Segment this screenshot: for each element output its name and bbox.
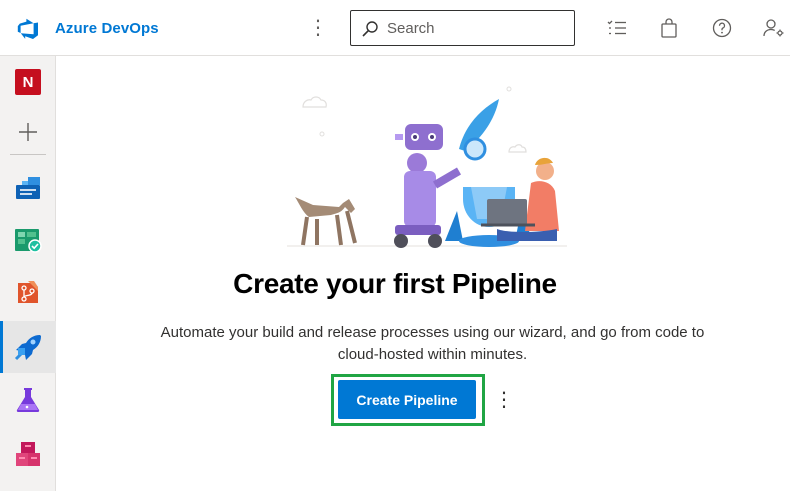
rail-item-test-plans[interactable] bbox=[0, 374, 56, 426]
rail-item-pipelines[interactable] bbox=[0, 321, 56, 373]
shopping-bag-icon[interactable] bbox=[657, 16, 681, 40]
search-input[interactable] bbox=[387, 11, 567, 45]
rail-divider bbox=[10, 154, 46, 155]
azure-devops-logo-icon[interactable] bbox=[16, 17, 40, 41]
rail-item-boards[interactable] bbox=[0, 214, 56, 266]
page-title: Create your first Pipeline bbox=[233, 268, 557, 299]
overview-icon bbox=[16, 177, 40, 199]
rail-item-organization[interactable]: N bbox=[0, 56, 56, 108]
search-box[interactable] bbox=[350, 10, 575, 46]
boards-icon bbox=[15, 229, 42, 253]
user-settings-icon[interactable] bbox=[762, 16, 786, 40]
more-vertical-icon[interactable]: ⋮ bbox=[308, 16, 328, 40]
brand-name[interactable]: Azure DevOps bbox=[55, 20, 159, 37]
rail-item-overview[interactable] bbox=[0, 161, 56, 213]
plus-icon bbox=[19, 123, 37, 141]
task-list-icon[interactable] bbox=[605, 16, 629, 40]
artifacts-icon bbox=[16, 442, 40, 466]
pipeline-hero-illustration-icon bbox=[287, 86, 567, 248]
create-pipeline-button[interactable]: Create Pipeline bbox=[338, 380, 476, 419]
search-icon bbox=[362, 21, 378, 37]
help-icon[interactable] bbox=[710, 16, 734, 40]
top-header: Azure DevOps ⋮ bbox=[0, 0, 790, 56]
rail-item-artifacts[interactable] bbox=[0, 428, 56, 480]
page-description: Automate your build and release processe… bbox=[160, 324, 705, 363]
test-plans-icon bbox=[16, 388, 40, 412]
org-badge-icon: N bbox=[15, 69, 41, 95]
more-options-icon[interactable]: ⋮ bbox=[494, 388, 514, 412]
pipelines-icon bbox=[14, 335, 41, 361]
rail-item-new-project[interactable] bbox=[0, 106, 56, 158]
